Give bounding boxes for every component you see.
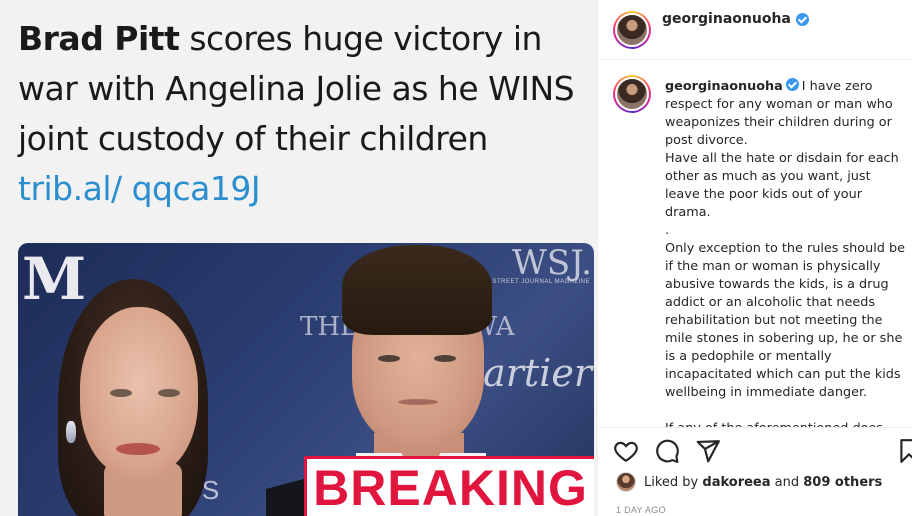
liked-by-mid: and xyxy=(770,474,804,490)
breaking-banner: BREAKING xyxy=(304,456,594,516)
verified-badge-icon xyxy=(795,12,809,26)
post-actions: Liked by dakoreea and 809 others 1 DAY A… xyxy=(598,427,912,516)
headline: Brad Pitt scores huge victory in war wit… xyxy=(18,14,578,214)
verified-badge-icon xyxy=(785,78,799,91)
man-mouth xyxy=(398,399,438,405)
woman-lips xyxy=(116,443,160,455)
avatar-image xyxy=(617,15,647,45)
header-username-row: georginaonuoha xyxy=(662,11,809,27)
woman-left-eye xyxy=(110,389,132,397)
post-timestamp[interactable]: 1 DAY AGO xyxy=(616,505,666,515)
share-icon[interactable] xyxy=(695,438,721,464)
comment-icon[interactable] xyxy=(654,438,680,464)
liked-by-prefix: Liked by xyxy=(644,474,703,490)
post-image[interactable]: Brad Pitt scores huge victory in war wit… xyxy=(0,0,597,516)
headline-bold: Brad Pitt xyxy=(18,19,180,58)
comments-area[interactable]: georginaonuoha I have zero respect for an… xyxy=(598,61,912,427)
backdrop-wsj-text: WSJ. xyxy=(511,243,592,283)
caption-avatar-image xyxy=(617,79,647,109)
liked-by-user[interactable]: dakoreea xyxy=(702,475,770,490)
man-left-eye xyxy=(378,355,400,362)
avatar[interactable] xyxy=(613,11,651,49)
caption: georginaonuoha I have zero respect for an… xyxy=(665,78,905,427)
man-right-eye xyxy=(434,355,456,362)
news-photo: M WSJ. THE WALL STREET JOURNAL MAGAZINE … xyxy=(18,243,594,516)
caption-avatar-inner xyxy=(615,77,649,111)
likes-text: Liked by dakoreea and 809 others xyxy=(644,475,882,490)
liked-by-others[interactable]: 809 others xyxy=(803,475,882,490)
earring xyxy=(66,421,76,443)
post-side-panel: georginaonuoha georginaonuoha I have zero… xyxy=(597,0,912,516)
caption-avatar[interactable] xyxy=(613,75,651,113)
bookmark-icon[interactable] xyxy=(896,438,912,464)
man-hair xyxy=(342,245,492,335)
caption-text: I have zero respect for any woman or man… xyxy=(665,79,905,427)
breaking-label: BREAKING xyxy=(313,459,588,516)
headline-link: trib.al/ qqca19J xyxy=(18,169,261,208)
post-header: georginaonuoha xyxy=(598,0,912,60)
avatar-inner xyxy=(615,13,649,47)
likes-summary: Liked by dakoreea and 809 others xyxy=(616,472,882,492)
heart-icon[interactable] xyxy=(613,438,639,464)
dailymail-logo: M xyxy=(22,245,86,313)
header-username[interactable]: georginaonuoha xyxy=(662,11,791,27)
caption-username[interactable]: georginaonuoha xyxy=(665,79,783,94)
woman-right-eye xyxy=(158,389,180,397)
liker-avatar[interactable] xyxy=(616,472,636,492)
